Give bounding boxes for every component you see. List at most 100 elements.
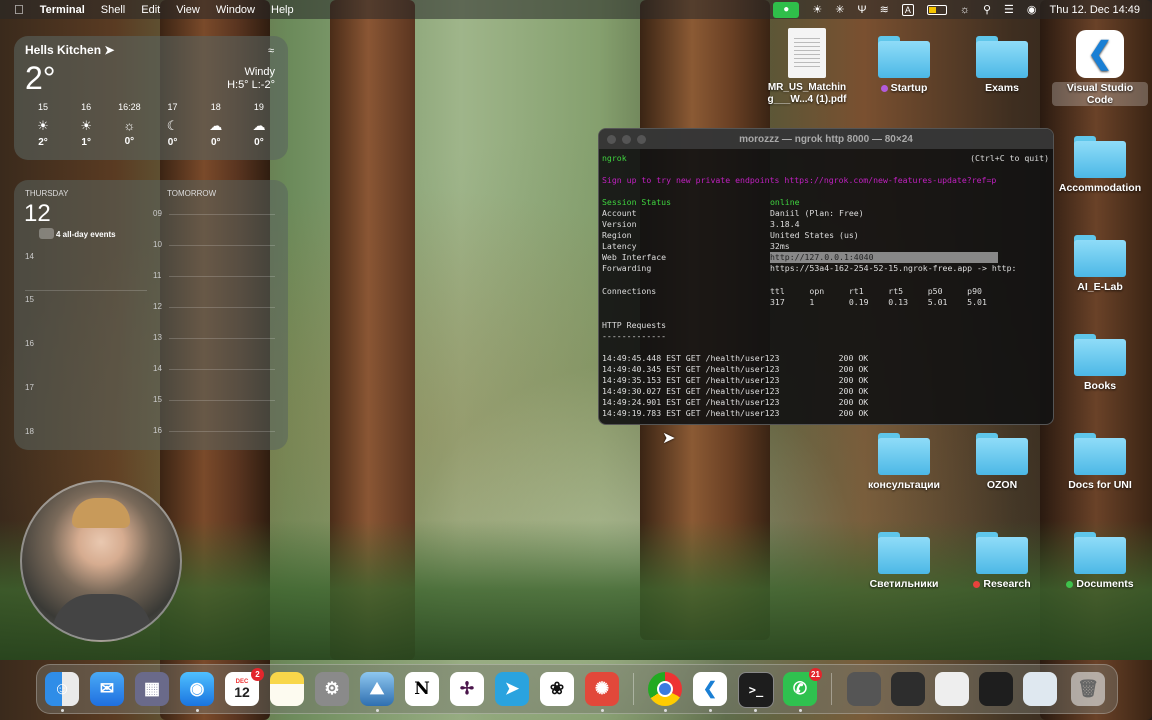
- http-requests-underline: -------------: [602, 331, 667, 341]
- minimized-window-thumbnail[interactable]: [979, 672, 1013, 706]
- folder-icon: [878, 36, 930, 78]
- notion-icon[interactable]: N: [405, 672, 439, 706]
- desktop-pdf-file[interactable]: MR_US_Matchin g___W...4 (1).pdf: [759, 28, 855, 106]
- desktop-folder-accommodation[interactable]: Accommodation: [1052, 136, 1148, 194]
- calendar-hour: 14: [25, 252, 34, 261]
- desktop-folder-exams[interactable]: Exams: [954, 36, 1050, 94]
- running-indicator: [709, 709, 712, 712]
- whatsapp-icon[interactable]: ✆ 21: [783, 668, 822, 706]
- desktop-folder-startup[interactable]: Startup: [856, 36, 952, 94]
- launchpad-icon[interactable]: ▦: [135, 672, 169, 706]
- all-day-events[interactable]: 4 all-day events: [56, 230, 116, 239]
- battery-icon[interactable]: [926, 4, 947, 15]
- calendar-app-icon[interactable]: DEC 12 2: [225, 668, 264, 706]
- forecast-hour: 16 ☀ 1°: [66, 102, 106, 148]
- folder-icon: [1074, 433, 1126, 475]
- wave-status-icon[interactable]: ≋: [880, 3, 889, 16]
- slack-icon[interactable]: ✢: [450, 672, 484, 706]
- desktop-folder-svetilniki[interactable]: Светильники: [856, 532, 952, 590]
- calendar-hour: 14: [153, 364, 162, 373]
- notes-icon[interactable]: [270, 672, 304, 706]
- request-row: 14:49:30.027 EST GET /health/user123 200…: [602, 386, 869, 396]
- menu-shell[interactable]: Shell: [101, 4, 125, 16]
- search-icon[interactable]: ⚲: [983, 3, 991, 16]
- preview-icon[interactable]: ⛰: [360, 672, 394, 706]
- desktop-vscode[interactable]: ❮ Visual Studio Code: [1052, 30, 1148, 106]
- siri-icon[interactable]: ◉: [1027, 3, 1037, 16]
- desktop-folder-ozon[interactable]: OZON: [954, 433, 1050, 491]
- webcam-overlay[interactable]: [20, 480, 182, 642]
- ngrok-header: ngrok: [602, 153, 627, 163]
- session-value: online: [770, 197, 800, 207]
- safari-icon[interactable]: ◉: [180, 672, 214, 706]
- asterisk-status-icon[interactable]: ✳: [835, 3, 844, 16]
- running-indicator: [196, 709, 199, 712]
- zoom-button[interactable]: [637, 135, 646, 144]
- promo-line[interactable]: Sign up to try new private endpoints htt…: [602, 175, 996, 186]
- asterisk-app-icon[interactable]: ✺: [585, 672, 619, 706]
- desktop-folder-books[interactable]: Books: [1052, 334, 1148, 392]
- forecast-hour: 16:28 ☼ 0°: [109, 102, 149, 148]
- folder-icon: [976, 532, 1028, 574]
- terminal-dock-icon[interactable]: >_: [738, 672, 774, 708]
- telegram-icon[interactable]: ➤: [495, 672, 529, 706]
- folder-icon: [1074, 334, 1126, 376]
- desktop-icon-label: Books: [1083, 380, 1117, 392]
- cloud-icon: ☁: [252, 118, 266, 133]
- apple-menu-icon[interactable]: : [14, 2, 24, 17]
- menu-clock[interactable]: Thu 12. Dec 14:49: [1049, 4, 1140, 16]
- desktop-folder-documents[interactable]: Documents: [1052, 532, 1148, 590]
- request-row: 14:49:35.153 EST GET /health/user123 200…: [602, 375, 869, 385]
- folder-icon: [1074, 136, 1126, 178]
- all-day-events-icon: [39, 228, 54, 239]
- version-value: 3.18.4: [770, 219, 800, 229]
- trash-icon[interactable]: 🗑: [1071, 672, 1105, 706]
- menu-bar:  Terminal Shell Edit View Window Help ●…: [0, 0, 1152, 19]
- fork-status-icon[interactable]: Ψ: [857, 4, 866, 16]
- screen-recording-icon[interactable]: ●: [773, 1, 800, 18]
- desktop-folder-konsultacii[interactable]: консультации: [856, 433, 952, 491]
- calendar-hour: 18: [25, 427, 34, 436]
- minimized-window-thumbnail[interactable]: [891, 672, 925, 706]
- sun-status-icon[interactable]: ☀: [812, 3, 822, 16]
- web-interface-label: Web Interface: [602, 252, 667, 262]
- menu-view[interactable]: View: [176, 4, 200, 16]
- desktop-folder-docs-for-uni[interactable]: Docs for UNI: [1052, 433, 1148, 491]
- app-menu[interactable]: Terminal: [40, 4, 85, 16]
- desktop-folder-ai-lab[interactable]: AI_E-Lab: [1052, 235, 1148, 293]
- forwarding-value[interactable]: https://53a4-162-254-52-15.ngrok-free.ap…: [770, 263, 1016, 274]
- menu-edit[interactable]: Edit: [141, 4, 160, 16]
- wifi-icon[interactable]: ☼: [960, 4, 970, 16]
- hourly-forecast: 15 ☀ 2° 16 ☀ 1° 16:28 ☼ 0° 17 ☾ 0° 18 ☁ 0° 19 ☁ 0°: [23, 102, 279, 148]
- input-source-icon[interactable]: A: [901, 3, 914, 16]
- system-settings-icon[interactable]: ⚙: [315, 672, 349, 706]
- finder-icon[interactable]: ☺: [45, 672, 79, 706]
- control-center-icon[interactable]: ☰: [1004, 3, 1014, 16]
- menu-help[interactable]: Help: [271, 4, 294, 16]
- weather-widget[interactable]: Hells Kitchen ➤ ≈ 2° Windy H:5° L:-2° 15…: [14, 36, 288, 160]
- http-requests-label: HTTP Requests: [602, 320, 667, 330]
- connections-label: Connections: [602, 286, 657, 296]
- vscode-dock-icon[interactable]: ❮: [693, 672, 727, 706]
- desktop-icon-label: Docs for UNI: [1068, 479, 1132, 491]
- terminal-window[interactable]: morozzz — ngrok http 8000 — 80×24 ngrok …: [598, 128, 1054, 425]
- minimized-window-thumbnail[interactable]: [935, 672, 969, 706]
- chatgpt-icon[interactable]: ❀: [540, 672, 574, 706]
- mail-icon[interactable]: ✉: [90, 672, 124, 706]
- calendar-widget[interactable]: THURSDAY 12 TOMORROW 4 all-day events 14…: [14, 180, 288, 450]
- menu-window[interactable]: Window: [216, 4, 255, 16]
- minimized-window-thumbnail[interactable]: [847, 672, 881, 706]
- web-interface-link[interactable]: http://127.0.0.1:4040: [770, 252, 998, 263]
- sun-icon: ☀: [80, 118, 93, 133]
- chrome-icon[interactable]: [648, 672, 682, 706]
- close-button[interactable]: [607, 135, 616, 144]
- desktop-folder-research[interactable]: Research: [954, 532, 1050, 590]
- folder-icon: [1074, 235, 1126, 277]
- minimized-window-thumbnail[interactable]: [1023, 672, 1057, 706]
- terminal-titlebar[interactable]: morozzz — ngrok http 8000 — 80×24: [599, 129, 1053, 149]
- folder-icon: [878, 433, 930, 475]
- running-indicator: [754, 709, 757, 712]
- folder-icon: [976, 36, 1028, 78]
- minimize-button[interactable]: [622, 135, 631, 144]
- calendar-hour: 16: [153, 426, 162, 435]
